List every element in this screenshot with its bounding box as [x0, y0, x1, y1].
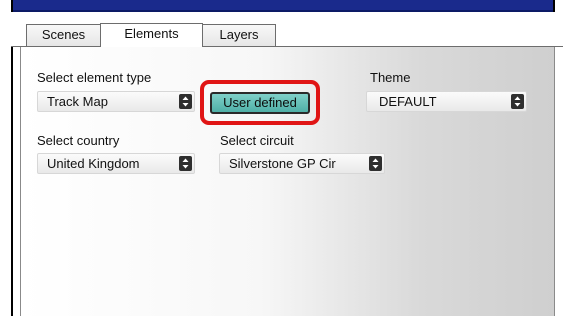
theme-select[interactable]: DEFAULT — [366, 91, 527, 112]
tab-strip: Scenes Elements Layers — [11, 12, 555, 47]
tab-scenes[interactable]: Scenes — [26, 24, 101, 46]
theme-label: Theme — [370, 70, 411, 85]
select-arrows-icon — [511, 94, 524, 109]
select-arrows-icon — [369, 156, 382, 171]
element-type-label: Select element type — [37, 70, 152, 85]
title-bar — [13, 0, 553, 12]
circuit-label: Select circuit — [220, 133, 294, 148]
tab-elements[interactable]: Elements — [100, 23, 203, 47]
user-defined-button[interactable]: User defined — [210, 92, 310, 114]
tab-layers[interactable]: Layers — [202, 24, 276, 46]
country-value: United Kingdom — [47, 156, 140, 171]
circuit-value: Silverstone GP Cir — [229, 156, 336, 171]
select-arrows-icon — [179, 94, 192, 109]
circuit-select[interactable]: Silverstone GP Cir — [219, 153, 385, 174]
elements-panel — [20, 47, 555, 316]
select-arrows-icon — [179, 156, 192, 171]
country-label: Select country — [37, 133, 120, 148]
theme-value: DEFAULT — [379, 94, 437, 109]
element-type-value: Track Map — [47, 94, 108, 109]
element-type-select[interactable]: Track Map — [37, 91, 195, 112]
country-select[interactable]: United Kingdom — [37, 153, 195, 174]
